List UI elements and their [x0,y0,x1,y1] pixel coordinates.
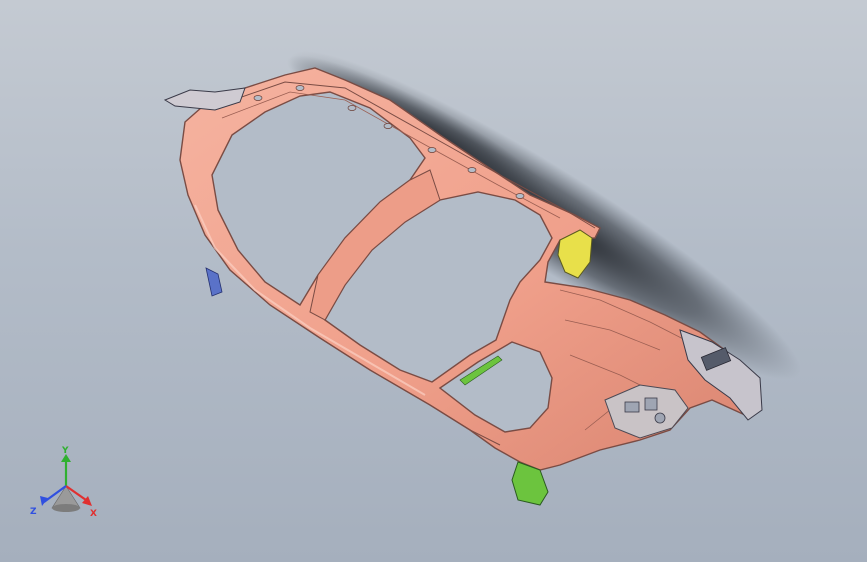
z-axis-label: Z [30,507,37,517]
triad-origin-cone [51,485,81,512]
model-canvas[interactable] [0,0,867,562]
axis-triad[interactable]: Y X Z [26,446,106,526]
front-blue-clip [205,267,223,297]
y-axis-arrow [61,454,71,486]
y-axis-label: Y [61,446,69,456]
x-axis-label: X [90,509,97,519]
3d-viewport[interactable]: Y X Z [0,0,867,562]
